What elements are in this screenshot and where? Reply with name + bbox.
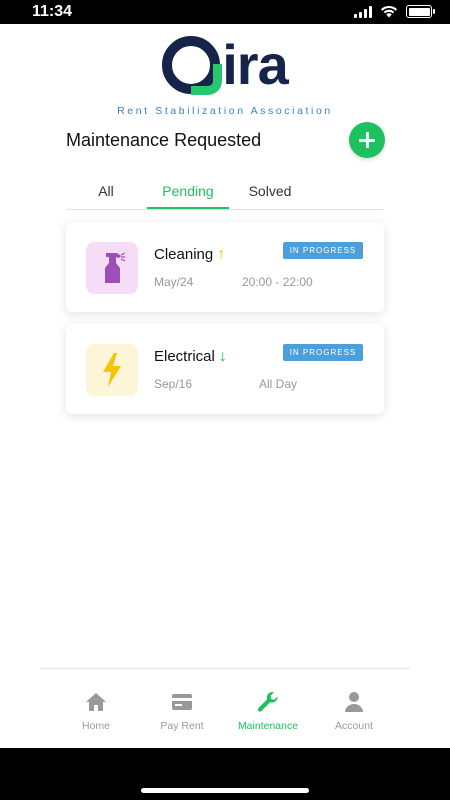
logo-subtitle: Rent Stabilization Association xyxy=(117,105,333,117)
status-time: 11:34 xyxy=(32,3,73,20)
request-time: All Day xyxy=(259,377,298,391)
wifi-icon xyxy=(381,5,397,18)
request-time: 20:00 - 22:00 xyxy=(242,275,313,289)
status-badge: IN PROGRESS xyxy=(283,242,363,259)
nav-item-pay-rent[interactable]: Pay Rent xyxy=(137,688,227,732)
cellular-signal-icon xyxy=(354,5,372,18)
home-indicator[interactable] xyxy=(141,788,309,793)
credit-card-icon xyxy=(137,688,227,716)
logo-wordmark: ira xyxy=(162,33,289,96)
nav-label: Home xyxy=(81,720,110,732)
spray-bottle-icon xyxy=(105,252,126,283)
bottom-nav-divider xyxy=(40,668,410,669)
request-title: Cleaning ↑ xyxy=(154,246,225,264)
tab-all[interactable]: All xyxy=(66,178,146,209)
bottom-nav: Home Pay Rent Maintenance Account xyxy=(40,688,410,738)
app-logo: ira Rent Stabilization Association xyxy=(0,33,450,118)
person-icon xyxy=(309,688,399,716)
app-screen: 11:34 ira Rent Stabilization Association… xyxy=(0,0,450,748)
electrical-thumbnail xyxy=(86,344,138,396)
arrow-up-icon: ↑ xyxy=(217,246,226,263)
add-request-button[interactable] xyxy=(349,122,385,158)
cleaning-thumbnail xyxy=(86,242,138,294)
wrench-icon xyxy=(223,688,313,716)
home-icon xyxy=(51,688,141,716)
status-bar: 11:34 xyxy=(0,0,450,24)
request-card-electrical[interactable]: Electrical ↓ Sep/16 All Day IN PROGRESS xyxy=(66,324,384,414)
nav-label: Maintenance xyxy=(237,720,299,732)
nav-item-home[interactable]: Home xyxy=(51,688,141,732)
tab-pending[interactable]: Pending xyxy=(147,178,229,209)
status-tabs: All Pending Solved xyxy=(66,178,384,210)
lightning-icon xyxy=(103,353,121,387)
status-icons xyxy=(354,5,435,18)
request-title: Electrical ↓ xyxy=(154,348,227,366)
status-badge: IN PROGRESS xyxy=(283,344,363,361)
arrow-down-icon: ↓ xyxy=(218,348,227,365)
nav-label: Pay Rent xyxy=(160,720,204,732)
request-date: May/24 xyxy=(154,275,194,289)
battery-icon xyxy=(406,5,435,18)
request-date: Sep/16 xyxy=(154,377,193,391)
request-title-text: Cleaning xyxy=(154,246,214,263)
nav-label: Account xyxy=(335,720,373,732)
tab-solved[interactable]: Solved xyxy=(229,178,311,209)
nav-item-account[interactable]: Account xyxy=(309,688,399,732)
logo-q-mark xyxy=(162,36,223,95)
request-card-cleaning[interactable]: Cleaning ↑ May/24 20:00 - 22:00 IN PROGRE… xyxy=(66,222,384,312)
nav-item-maintenance[interactable]: Maintenance xyxy=(223,688,313,732)
logo-text: ira xyxy=(222,33,288,96)
page-title: Maintenance Requested xyxy=(66,130,262,150)
request-title-text: Electrical xyxy=(154,348,215,365)
